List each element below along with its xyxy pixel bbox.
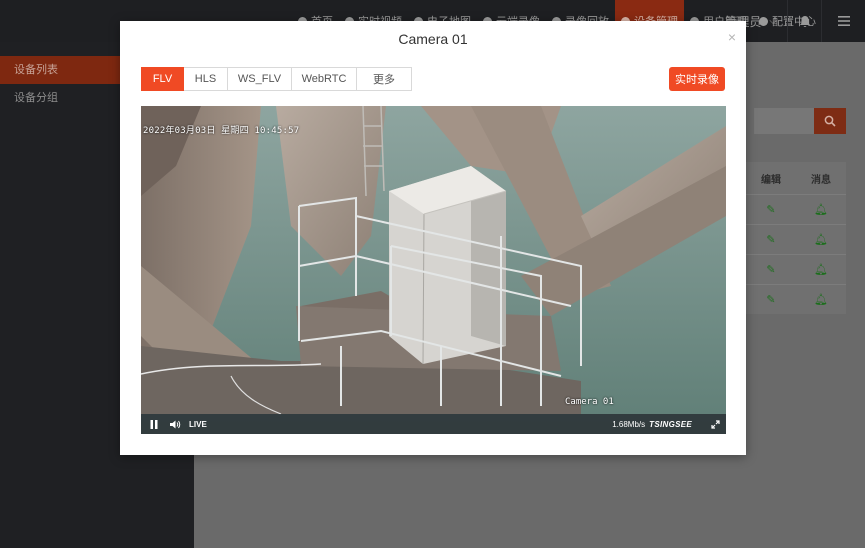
device-table: 编辑 消息 ✎ 🔔︎ ✎ 🔔︎ ✎ 🔔︎ ✎ 🔔︎ — [746, 162, 846, 314]
tab-more[interactable]: 更多 — [357, 67, 412, 91]
tab-webrtc[interactable]: WebRTC — [292, 67, 357, 91]
video-player[interactable]: 2022年03月03日 星期四 10:45:57 Camera 01 LIVE … — [141, 106, 726, 434]
live-indicator: LIVE — [189, 419, 207, 429]
tab-ws-flv[interactable]: WS_FLV — [228, 67, 292, 91]
table-row: ✎ 🔔︎ — [746, 224, 846, 254]
edit-icon[interactable]: ✎ — [746, 293, 796, 306]
pause-icon — [150, 419, 158, 429]
volume-icon — [169, 420, 180, 428]
edit-icon[interactable]: ✎ — [746, 263, 796, 276]
osd-camera-name: Camera 01 — [565, 397, 614, 407]
player-control-bar: LIVE 1.68Mb/s TSINGSEE — [141, 414, 726, 434]
table-header: 编辑 消息 — [746, 162, 846, 194]
notification-button[interactable] — [787, 0, 821, 42]
video-frame — [141, 106, 726, 434]
stream-protocol-tabs: FLV HLS WS_FLV WebRTC 更多 — [141, 67, 412, 91]
table-row: ✎ 🔔︎ — [746, 254, 846, 284]
bell-icon[interactable]: 🔔︎ — [796, 233, 846, 246]
search-icon — [824, 115, 836, 127]
edit-icon[interactable]: ✎ — [746, 233, 796, 246]
pause-button[interactable] — [141, 414, 167, 434]
volume-button[interactable] — [167, 414, 183, 434]
bell-icon[interactable]: 🔔︎ — [796, 263, 846, 276]
table-row: ✎ 🔔︎ — [746, 284, 846, 314]
search-input[interactable] — [754, 108, 814, 134]
chevron-down-icon: ⌵ — [769, 15, 777, 27]
column-header-edit: 编辑 — [761, 174, 781, 186]
fullscreen-button[interactable] — [704, 414, 726, 434]
camera-player-dialog: Camera 01 × FLV HLS WS_FLV WebRTC 更多 实时录… — [120, 21, 746, 455]
bell-icon[interactable]: 🔔︎ — [796, 203, 846, 216]
hamburger-icon — [837, 16, 850, 26]
close-icon[interactable]: × — [728, 29, 736, 45]
dialog-title: Camera 01 — [398, 31, 468, 47]
tab-flv[interactable]: FLV — [141, 67, 184, 91]
table-row: ✎ 🔔︎ — [746, 194, 846, 224]
search-button[interactable] — [814, 108, 846, 134]
bell-icon[interactable]: 🔔︎ — [796, 293, 846, 306]
bell-icon — [799, 15, 810, 27]
hamburger-menu-button[interactable] — [821, 0, 865, 42]
edit-icon[interactable]: ✎ — [746, 203, 796, 216]
bitrate-readout: 1.68Mb/s — [612, 419, 646, 429]
brand-logo: TSINGSEE — [649, 419, 692, 429]
fullscreen-icon — [710, 419, 720, 429]
live-record-button[interactable]: 实时录像 — [669, 67, 725, 91]
osd-timestamp: 2022年03月03日 星期四 10:45:57 — [143, 126, 300, 136]
column-header-message: 消息 — [811, 174, 831, 186]
tab-hls[interactable]: HLS — [184, 67, 228, 91]
